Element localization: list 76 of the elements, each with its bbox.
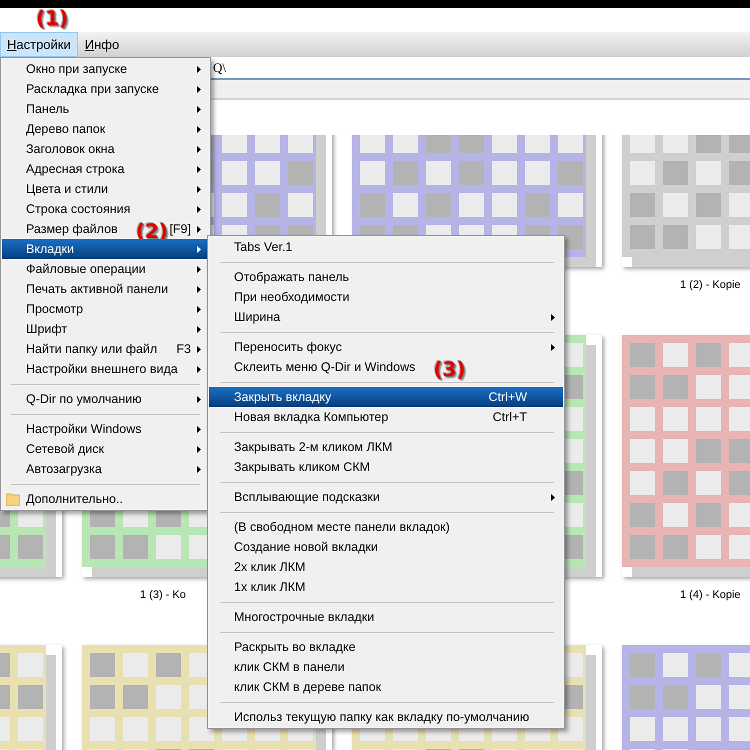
- menu-item[interactable]: Дерево папок: [2, 119, 209, 139]
- menu-item[interactable]: Адресная строка: [2, 159, 209, 179]
- step-number: (3): [433, 359, 466, 379]
- menu-item[interactable]: Использ текущую папку как вкладку по-умолчанию: [209, 707, 563, 727]
- submenu-arrow-icon: [197, 396, 201, 402]
- step-number: (2): [136, 221, 168, 241]
- menu-item[interactable]: Многострочные вкладки: [209, 607, 563, 627]
- submenu-arrow-icon: [551, 494, 555, 500]
- submenu-arrow-icon: [197, 266, 201, 272]
- menu-item[interactable]: Найти папку или файл F3: [2, 339, 209, 359]
- menu-item[interactable]: Дополнительно..: [2, 489, 209, 509]
- shortcut-text: F3: [176, 342, 191, 356]
- menu-item[interactable]: Печать активной панели: [2, 279, 209, 299]
- shortcut-text: [F9]: [169, 222, 191, 236]
- menu-item[interactable]: Закрывать 2-м кликом ЛКМ: [209, 437, 563, 457]
- submenu-arrow-icon: [551, 344, 555, 350]
- menu-item[interactable]: Настройки Windows: [2, 419, 209, 439]
- submenu-arrow-icon: [197, 106, 201, 112]
- menu-item[interactable]: Шрифт: [2, 319, 209, 339]
- menu-item[interactable]: Создание новой вкладки: [209, 537, 563, 557]
- file-name: 1 (4) - Kopie: [680, 589, 741, 601]
- menu-item[interactable]: Переносить фокус: [209, 337, 563, 357]
- submenu-arrow-icon: [197, 66, 201, 72]
- file-name: 1 (2) - Kopie: [680, 279, 741, 291]
- submenu-arrow-icon: [551, 314, 555, 320]
- menu-item[interactable]: Вкладки: [2, 239, 209, 259]
- folder-icon: [6, 492, 20, 506]
- submenu-arrow-icon: [197, 446, 201, 452]
- menu-item[interactable]: Отображать панель: [209, 267, 563, 287]
- menu-item[interactable]: Заголовок окна: [2, 139, 209, 159]
- submenu-arrow-icon: [197, 346, 201, 352]
- menu-item[interactable]: Tabs Ver.1: [209, 237, 563, 257]
- menu-item[interactable]: Настройки внешнего вида: [2, 359, 209, 379]
- menu-item[interactable]: Сетевой диск: [2, 439, 209, 459]
- menu-item[interactable]: Раскрыть во вкладке: [209, 637, 563, 657]
- file-name: 1 (3) - Ko: [140, 589, 186, 601]
- menu-item[interactable]: (В свободном месте панели вкладок): [209, 517, 563, 537]
- submenu-arrow-icon: [197, 86, 201, 92]
- menu-item[interactable]: Закрывать кликом СКМ: [209, 457, 563, 477]
- menu-item[interactable]: Файловые операции: [2, 259, 209, 279]
- menu-item[interactable]: Новая вкладка Компьютер Ctrl+T: [209, 407, 563, 427]
- menu-item[interactable]: При необходимости: [209, 287, 563, 307]
- submenu-arrow-icon: [197, 186, 201, 192]
- menu-item[interactable]: Склеить меню Q-Dir и Windows (3): [209, 357, 563, 377]
- submenu-arrow-icon: [197, 306, 201, 312]
- submenu-arrow-icon: [197, 326, 201, 332]
- submenu-arrow-icon: [197, 426, 201, 432]
- menu-item[interactable]: Всплывающие подсказки: [209, 487, 563, 507]
- submenu-arrow-icon: [197, 206, 201, 212]
- shortcut-text: Ctrl+W: [488, 390, 527, 404]
- menu-item[interactable]: Закрыть вкладку Ctrl+W: [209, 387, 563, 407]
- menu-item[interactable]: Q-Dir по умолчанию: [2, 389, 209, 409]
- menu-item[interactable]: Автозагрузка: [2, 459, 209, 479]
- submenu-arrow-icon: [197, 366, 201, 372]
- menu-item[interactable]: клик СКМ в панели: [209, 657, 563, 677]
- shortcut-text: Ctrl+T: [492, 410, 527, 424]
- step-number: (1): [36, 8, 68, 28]
- menu-item[interactable]: Раскладка при запуске: [2, 79, 209, 99]
- menubar-item[interactable]: Настройки: [0, 32, 78, 57]
- menu-item[interactable]: Окно при запуске: [2, 59, 209, 79]
- submenu-arrow-icon: [197, 466, 201, 472]
- menubar-item[interactable]: Инфо: [78, 32, 126, 57]
- submenu-arrow-icon: [197, 286, 201, 292]
- menu-item[interactable]: клик СКМ в дереве папок: [209, 677, 563, 697]
- menu-item[interactable]: 1x клик ЛКМ: [209, 577, 563, 597]
- menu-item[interactable]: Панель: [2, 99, 209, 119]
- menu-item[interactable]: Ширина: [209, 307, 563, 327]
- menu-item[interactable]: 2x клик ЛКМ: [209, 557, 563, 577]
- submenu-arrow-icon: [197, 166, 201, 172]
- menu-item[interactable]: Цвета и стили: [2, 179, 209, 199]
- submenu-arrow-icon: [197, 146, 201, 152]
- submenu-arrow-icon: [197, 226, 201, 232]
- submenu-arrow-icon: [197, 126, 201, 132]
- submenu-arrow-icon: [197, 246, 201, 252]
- menu-item[interactable]: Просмотр: [2, 299, 209, 319]
- menu-item[interactable]: Строка состояния: [2, 199, 209, 219]
